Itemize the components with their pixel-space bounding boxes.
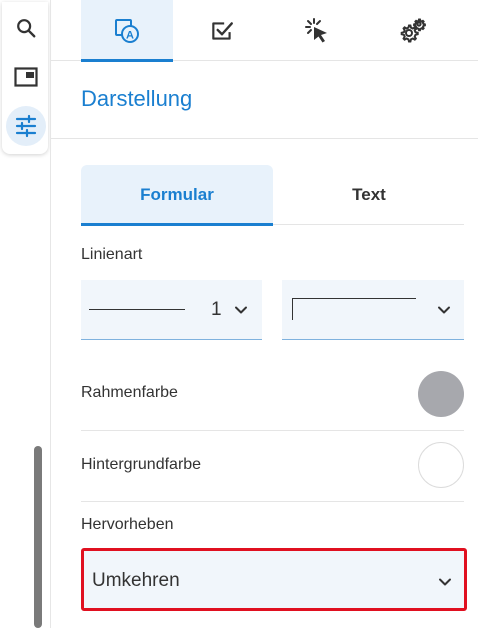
tab-action[interactable] (271, 0, 363, 61)
subtab-formular[interactable]: Formular (81, 165, 273, 226)
border-color-swatch[interactable] (418, 371, 464, 417)
line-style-label: Linienart (81, 246, 143, 263)
line-width-value: 1 (211, 299, 222, 320)
search-button[interactable] (6, 8, 46, 48)
click-icon (305, 17, 327, 42)
header-divider (51, 138, 478, 139)
svg-text:A: A (126, 29, 134, 41)
checkbox-icon (212, 21, 233, 40)
border-color-label: Rahmenfarbe (81, 384, 178, 401)
highlight-select[interactable]: Umkehren (81, 548, 467, 611)
row-divider (81, 501, 464, 502)
annotate-icon: A (115, 18, 139, 43)
gear-icon (400, 18, 426, 42)
chevron-down-icon (438, 306, 450, 314)
tab-checkbox[interactable] (176, 0, 268, 61)
line-width-select[interactable]: 1 (81, 280, 262, 340)
chevron-down-icon (439, 578, 451, 586)
search-icon (17, 19, 36, 38)
subtab-text[interactable]: Text (273, 165, 465, 225)
panel-button[interactable] (6, 57, 46, 97)
section-title: Darstellung (81, 86, 193, 111)
background-color-swatch[interactable] (418, 442, 464, 488)
highlight-label: Hervorheben (81, 516, 174, 533)
appearance-settings-button[interactable] (6, 106, 46, 146)
border-style-preview (292, 298, 416, 320)
row-divider (81, 430, 464, 431)
line-width-preview (89, 309, 185, 310)
panel-icon (14, 67, 38, 87)
chevron-down-icon (235, 306, 247, 314)
tab-bar: A (51, 0, 478, 62)
sliders-icon (15, 114, 37, 138)
background-color-label: Hintergrundfarbe (81, 456, 202, 473)
tab-settings[interactable] (366, 0, 458, 61)
tab-annotation[interactable]: A (81, 0, 173, 62)
border-style-select[interactable] (282, 280, 464, 340)
left-rail (0, 0, 51, 628)
highlight-value: Umkehren (92, 570, 180, 591)
appearance-subtabs: Formular Text (81, 165, 465, 226)
rail-toolbar (2, 2, 48, 154)
rail-scrollbar[interactable] (34, 446, 42, 628)
rail-divider (50, 0, 51, 628)
